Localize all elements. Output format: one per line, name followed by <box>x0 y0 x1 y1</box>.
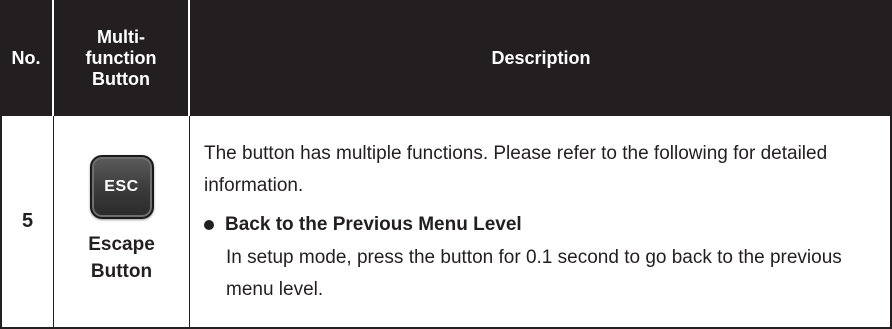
header-no: No. <box>0 0 54 116</box>
button-name: Escape Button <box>54 231 189 285</box>
header-row: No. Multi- function Button Description <box>0 0 892 116</box>
header-button-line-1: Multi- <box>97 26 145 47</box>
button-name-line-2: Button <box>90 260 153 282</box>
row-number: 5 <box>0 116 54 329</box>
header-button-line-3: Button <box>92 68 150 89</box>
description-cell: The button has multiple functions. Pleas… <box>190 116 892 329</box>
bullet-title: Back to the Previous Menu Level <box>225 213 522 235</box>
bullet-text: In setup mode, press the button for 0.1 … <box>226 246 842 300</box>
header-description-label: Description <box>491 47 591 68</box>
header-button: Multi- function Button <box>54 0 190 116</box>
header-button-line-2: function <box>85 47 157 68</box>
header-no-label: No. <box>11 47 41 68</box>
esc-key-icon: ESC <box>89 154 154 219</box>
bullet-item: Back to the Previous Menu Level <box>204 212 876 238</box>
header-description: Description <box>190 0 892 116</box>
button-name-line-1: Escape <box>88 233 155 255</box>
bullet-dot-icon <box>204 219 214 230</box>
table-row: 5 ESC Escape Button The button has multi… <box>0 116 892 329</box>
button-cell: ESC Escape Button <box>54 116 190 329</box>
description-intro: The button has multiple functions. Pleas… <box>204 142 828 196</box>
spec-table: No. Multi- function Button Description 5… <box>0 0 892 329</box>
esc-key-label: ESC <box>104 177 139 195</box>
